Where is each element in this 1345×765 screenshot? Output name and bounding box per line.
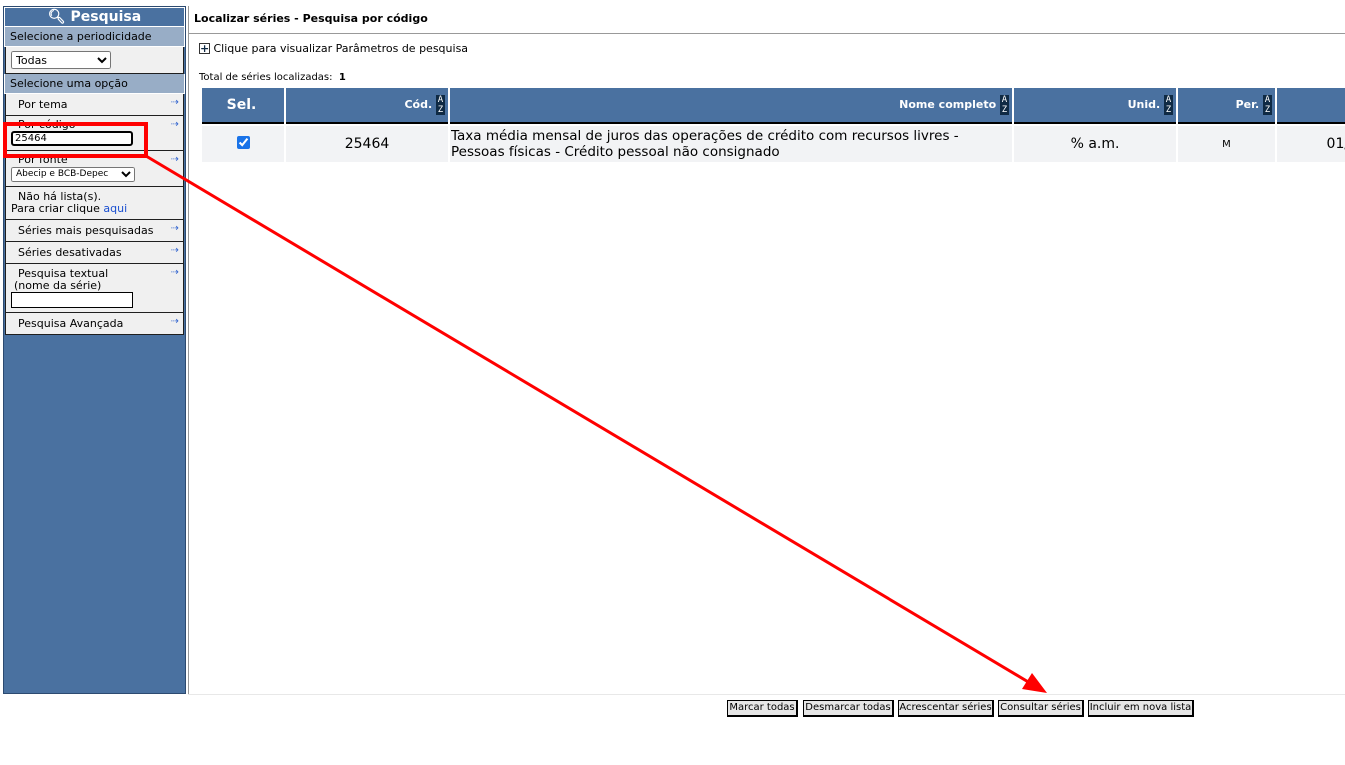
annotation-arrow [145, 154, 1036, 688]
annotation-overlay [3, 122, 1047, 693]
highlight-box [3, 122, 148, 158]
arrow-head-icon [1022, 673, 1047, 693]
